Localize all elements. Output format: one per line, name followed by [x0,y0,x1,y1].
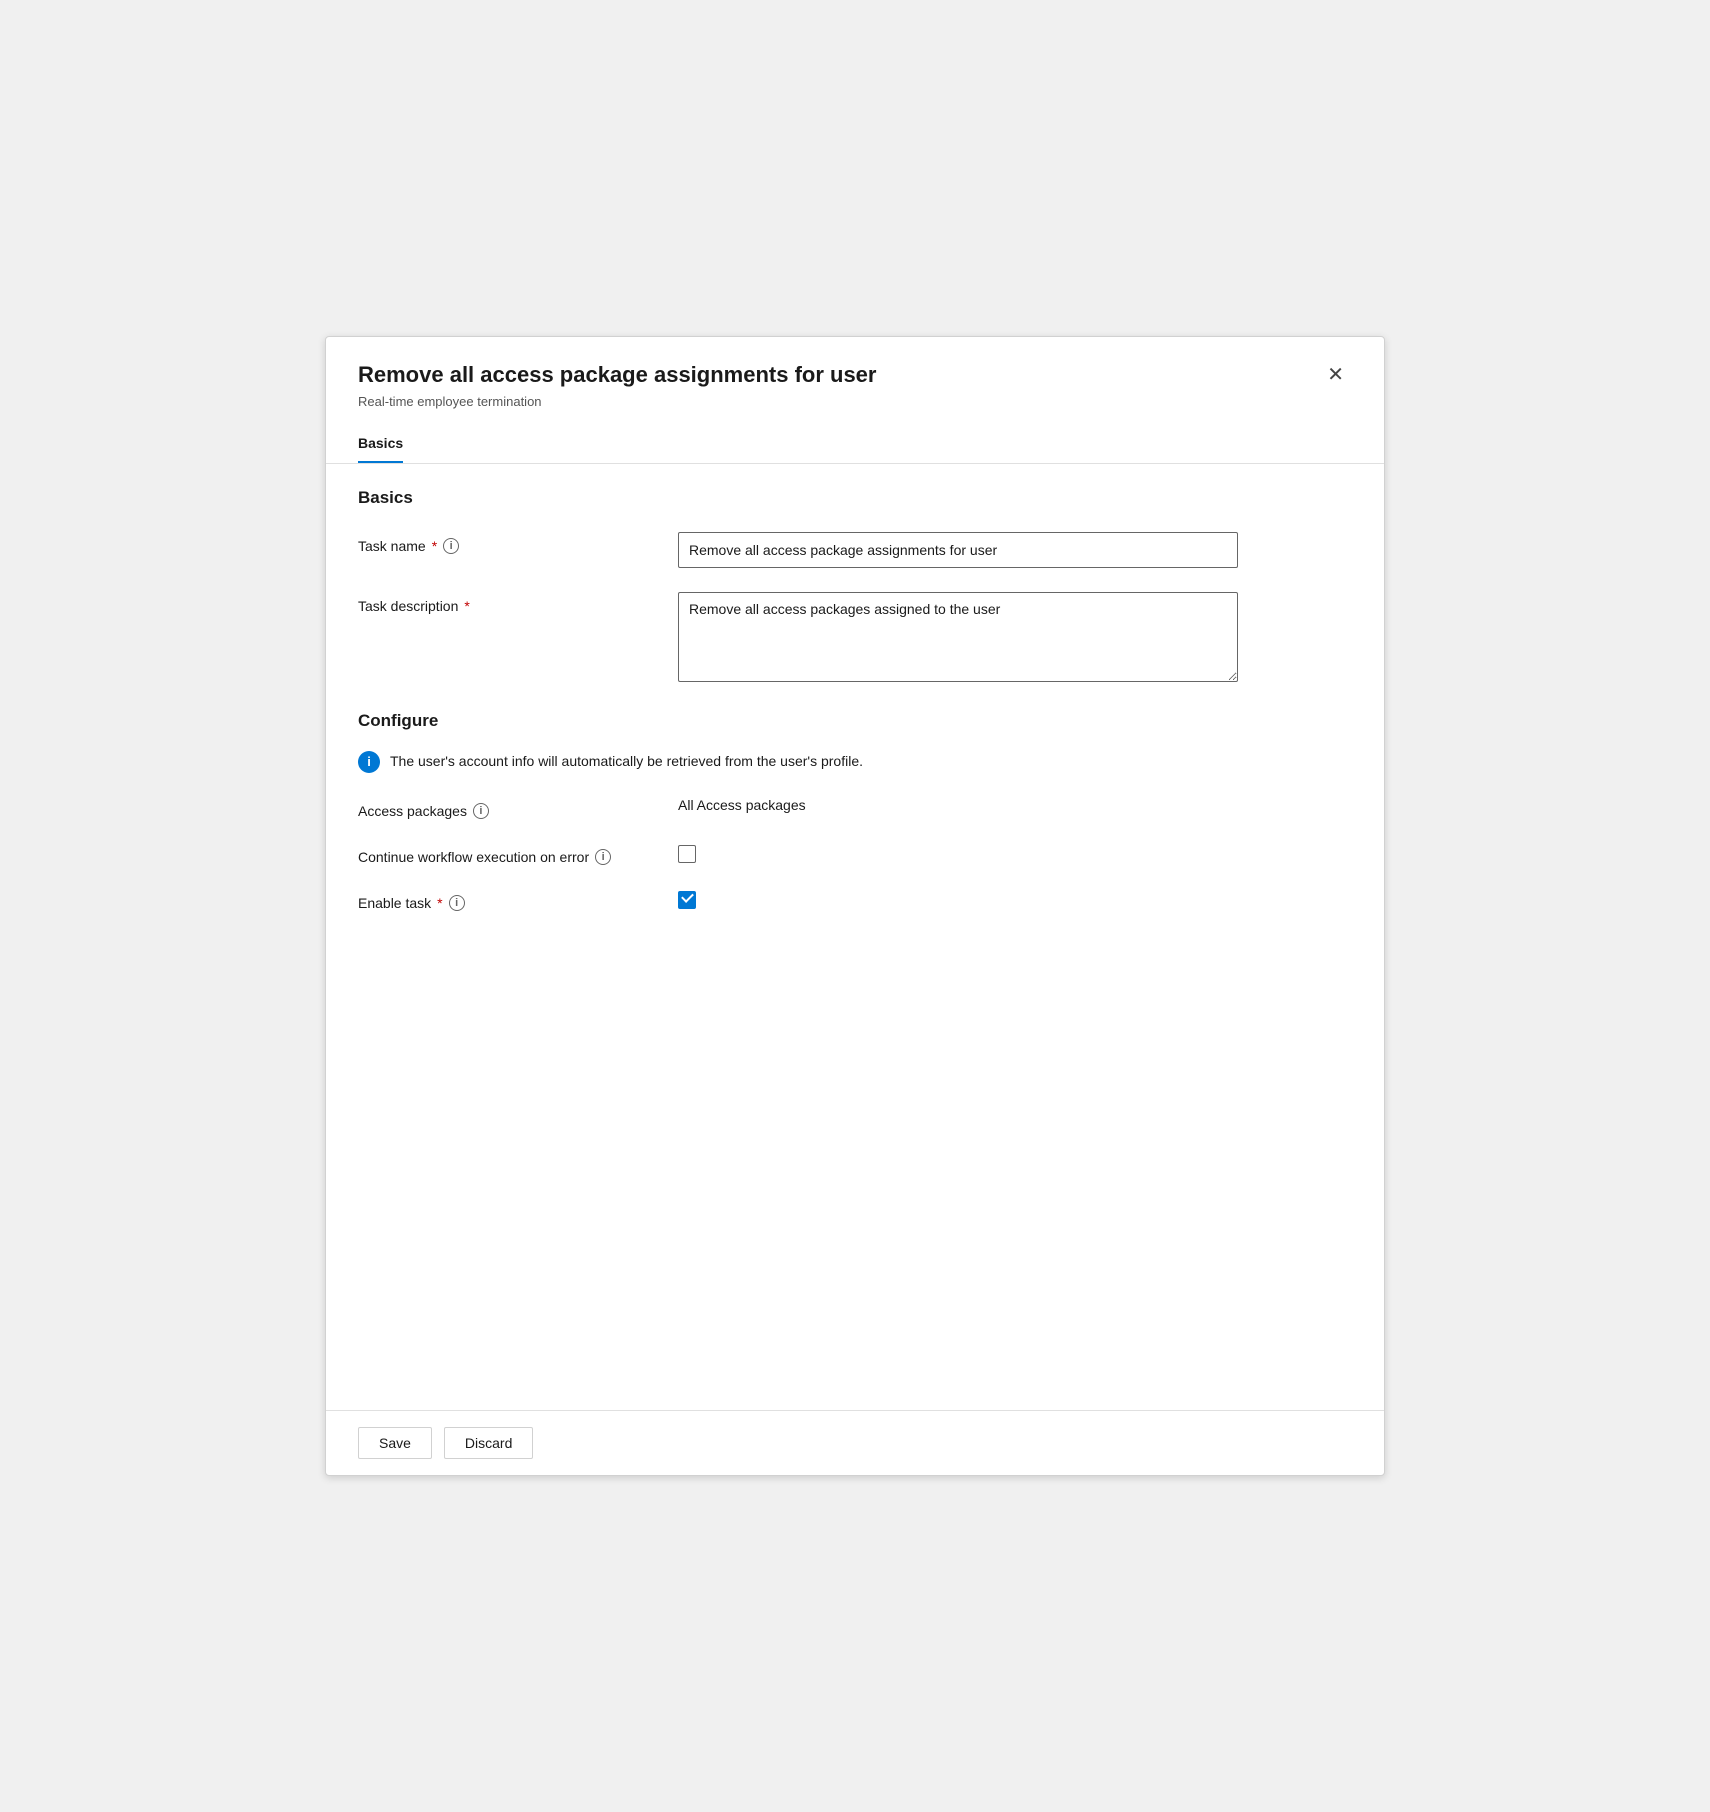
info-banner-icon: i [358,751,380,773]
access-packages-info-icon[interactable]: i [473,803,489,819]
access-packages-value-area: All Access packages [678,797,1352,815]
enable-task-row: Enable task * i [358,889,1352,911]
access-packages-row: Access packages i All Access packages [358,797,1352,819]
enable-task-input-area [678,889,1352,909]
dialog-content: Basics Task name * i Task description * [326,464,1384,1410]
dialog-footer: Save Discard [326,1410,1384,1475]
configure-section-heading: Configure [358,711,1352,731]
info-banner: i The user's account info will automatic… [358,751,1352,773]
continue-workflow-checkbox[interactable] [678,845,696,863]
continue-workflow-input-area [678,843,1352,863]
access-packages-value: All Access packages [678,791,806,813]
task-description-label: Task description * [358,592,678,614]
access-packages-label: Access packages i [358,797,678,819]
close-button[interactable]: ✕ [1319,361,1352,389]
tab-basics[interactable]: Basics [358,425,403,463]
save-button[interactable]: Save [358,1427,432,1459]
continue-workflow-info-icon[interactable]: i [595,849,611,865]
task-name-input[interactable] [678,532,1238,568]
task-description-row: Task description * [358,592,1352,687]
enable-task-checkbox[interactable] [678,891,696,909]
discard-button[interactable]: Discard [444,1427,533,1459]
info-banner-text: The user's account info will automatical… [390,751,863,769]
enable-task-label: Enable task * i [358,889,678,911]
dialog-tabs: Basics [326,425,1384,464]
task-name-input-area [678,532,1352,568]
task-description-input[interactable] [678,592,1238,682]
enable-task-required-star: * [437,895,442,911]
dialog-header: Remove all access package assignments fo… [326,337,1384,425]
configure-section: Configure i The user's account info will… [358,711,1352,911]
dialog-subtitle: Real-time employee termination [358,394,1319,409]
dialog-title-block: Remove all access package assignments fo… [358,361,1319,409]
task-name-label: Task name * i [358,532,678,554]
task-description-required-star: * [464,598,469,614]
basics-section-heading: Basics [358,488,1352,508]
dialog-title: Remove all access package assignments fo… [358,361,1319,390]
task-name-required-star: * [432,538,437,554]
dialog-container: Remove all access package assignments fo… [325,336,1385,1476]
continue-workflow-label: Continue workflow execution on error i [358,843,678,865]
task-description-input-area [678,592,1352,687]
enable-task-info-icon[interactable]: i [449,895,465,911]
task-name-info-icon[interactable]: i [443,538,459,554]
task-name-row: Task name * i [358,532,1352,568]
close-icon: ✕ [1327,365,1344,385]
continue-workflow-row: Continue workflow execution on error i [358,843,1352,865]
